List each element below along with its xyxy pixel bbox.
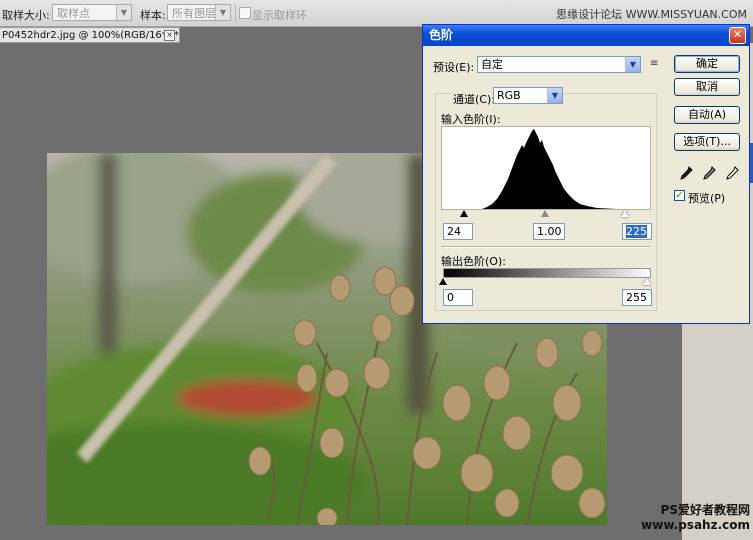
watermark-line-2: www.psahz.com xyxy=(641,518,750,532)
output-white-value: 255 xyxy=(626,291,647,304)
sample-size-select[interactable]: 取样点 ▼ xyxy=(52,4,132,21)
input-gamma-value: 1.00 xyxy=(537,225,562,238)
input-levels-label: 输入色阶(I): xyxy=(441,113,501,126)
ok-button[interactable]: 确定 xyxy=(674,55,740,73)
show-sampling-ring-label: 显示取样环 xyxy=(252,9,307,22)
chevron-down-icon: ▼ xyxy=(625,57,640,72)
input-white-field[interactable]: 225 xyxy=(622,223,652,240)
gamma-handle[interactable] xyxy=(541,210,549,217)
preset-value: 自定 xyxy=(481,58,503,71)
levels-dialog: 色阶 ✕ 预设(E): 自定 ▼ ≡ 通道(C): RGB ▼ 输入色阶(I):… xyxy=(422,24,750,324)
input-black-field[interactable]: 24 xyxy=(443,223,473,240)
white-eyedropper-icon[interactable] xyxy=(726,166,739,180)
options-bar: 取样大小: 取样点 ▼ 样本: 所有图层 ▼ 显示取样环 思缘设计论坛 WWW.… xyxy=(0,0,753,27)
output-black-value: 0 xyxy=(447,291,454,304)
output-levels-slider[interactable] xyxy=(439,278,651,286)
black-point-handle[interactable] xyxy=(460,210,468,217)
sample-label: 样本: xyxy=(140,9,166,22)
preset-menu-icon[interactable]: ≡ xyxy=(650,58,662,70)
input-white-value: 225 xyxy=(626,225,647,238)
output-black-handle[interactable] xyxy=(439,278,447,285)
divider xyxy=(235,4,236,22)
output-gradient-bar xyxy=(443,268,651,278)
channel-select[interactable]: RGB ▼ xyxy=(493,87,563,104)
watermark-text: 思缘设计论坛 WWW.MISSYUAN.COM xyxy=(556,8,747,21)
sample-size-value: 取样点 xyxy=(57,7,90,20)
document-title: P0452hdr2.jpg @ 100%(RGB/16*) * xyxy=(2,30,179,41)
cancel-button[interactable]: 取消 xyxy=(674,78,740,96)
output-black-field[interactable]: 0 xyxy=(443,289,473,306)
input-levels-slider[interactable] xyxy=(441,210,651,218)
channel-value: RGB xyxy=(497,89,521,102)
document-tab[interactable]: P0452hdr2.jpg @ 100%(RGB/16*) * × xyxy=(0,27,180,43)
chevron-down-icon: ▼ xyxy=(547,88,562,103)
watermark-line-1: PS爱好者教程网 xyxy=(660,503,750,517)
options-button[interactable]: 选项(T)... xyxy=(674,133,740,151)
chevron-down-icon: ▼ xyxy=(116,5,131,20)
dialog-title: 色阶 xyxy=(429,28,454,42)
dialog-titlebar[interactable]: 色阶 xyxy=(423,25,749,46)
output-levels-label: 输出色阶(O): xyxy=(441,255,506,268)
chevron-down-icon: ▼ xyxy=(215,5,230,20)
preset-label: 预设(E): xyxy=(433,61,475,74)
white-point-handle[interactable] xyxy=(621,210,629,217)
sample-value: 所有图层 xyxy=(172,7,216,20)
close-button[interactable]: ✕ xyxy=(729,27,746,44)
auto-button[interactable]: 自动(A) xyxy=(674,106,740,124)
input-gamma-field[interactable]: 1.00 xyxy=(533,223,565,240)
output-white-field[interactable]: 255 xyxy=(622,289,652,306)
show-sampling-ring-checkbox[interactable] xyxy=(239,7,251,19)
input-black-value: 24 xyxy=(447,225,461,238)
sample-layers-select[interactable]: 所有图层 ▼ xyxy=(167,4,231,21)
histogram-graph xyxy=(442,129,650,209)
channel-label: 通道(C): xyxy=(451,91,497,107)
sample-size-label: 取样大小: xyxy=(2,9,50,22)
preview-label: 预览(P) xyxy=(688,192,726,205)
footer-watermark: PS爱好者教程网 www.psahz.com xyxy=(640,503,750,533)
close-icon[interactable]: × xyxy=(164,30,175,41)
output-white-handle[interactable] xyxy=(643,278,651,285)
divider xyxy=(441,246,651,248)
preview-checkbox[interactable]: ✓ xyxy=(674,190,685,201)
histogram xyxy=(441,126,651,210)
gray-eyedropper-icon[interactable] xyxy=(703,166,716,180)
preset-select[interactable]: 自定 ▼ xyxy=(477,56,641,73)
black-eyedropper-icon[interactable] xyxy=(680,166,693,180)
